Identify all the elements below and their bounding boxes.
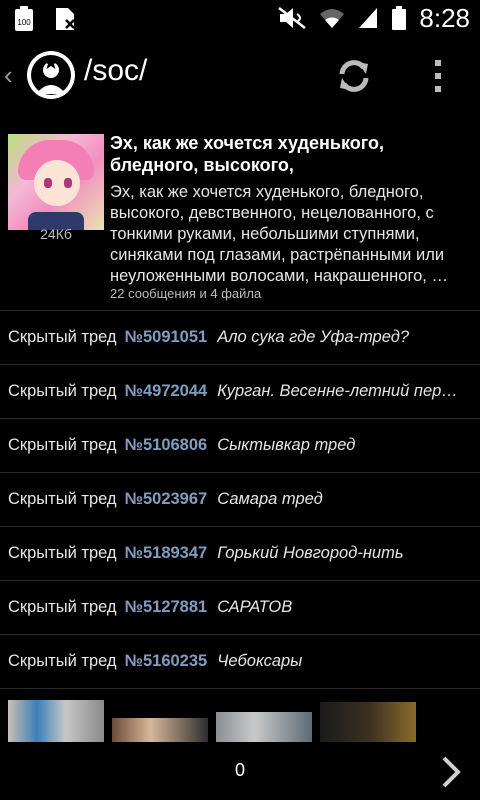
- thread-number: №5160235: [124, 652, 208, 670]
- refresh-icon[interactable]: [334, 56, 374, 96]
- overflow-menu-icon[interactable]: [428, 56, 448, 96]
- hidden-thread-label: Скрытый тред: [8, 382, 117, 400]
- battery-icon: [392, 6, 407, 30]
- thread-thumbnail[interactable]: [320, 702, 416, 742]
- thread-subject: Горький Новгород-нить: [217, 544, 404, 562]
- thread-number: №5091051: [124, 328, 208, 346]
- battery-badge: 100: [17, 18, 31, 27]
- thread-thumbnail[interactable]: [112, 718, 208, 742]
- thread-subject: Сыктывкар тред: [217, 436, 356, 454]
- hidden-thread-label: Скрытый тред: [8, 598, 117, 616]
- anonymous-logo-icon[interactable]: [26, 50, 76, 100]
- thread-thumbnail[interactable]: [8, 700, 104, 742]
- chevron-right-icon[interactable]: [436, 752, 466, 792]
- thread-number: №5127881: [124, 598, 208, 616]
- thread-number: №5189347: [124, 544, 208, 562]
- file-size: 24Кб: [40, 226, 72, 242]
- hidden-thread-label: Скрытый тред: [8, 652, 117, 670]
- thread-subject: Курган. Весенне-летний перека...: [217, 382, 462, 400]
- hidden-thread-label: Скрытый тред: [8, 544, 117, 562]
- thread-subject: Самара тред: [217, 490, 323, 508]
- hidden-thread-row[interactable]: Скрытый тред №5160235 Чебоксары: [0, 635, 480, 689]
- next-thread-thumbnails: [0, 698, 480, 742]
- hidden-thread-row[interactable]: Скрытый тред №5091051 Ало сука где Уфа-т…: [0, 311, 480, 365]
- hidden-thread-row[interactable]: Скрытый тред №5127881 САРАТОВ: [0, 581, 480, 635]
- thread-meta: 22 сообщения и 4 файла: [110, 286, 262, 301]
- thread-excerpt: Эх, как же хочется худенького, бледного,…: [110, 183, 448, 285]
- hidden-thread-label: Скрытый тред: [8, 328, 117, 346]
- thread-number: №5023967: [124, 490, 208, 508]
- thread-subject: САРАТОВ: [217, 598, 293, 616]
- page-number: 0: [234, 760, 245, 780]
- back-chevron-icon[interactable]: ‹: [4, 60, 13, 91]
- thread-number: №4972044: [124, 382, 208, 400]
- thread-subject: Чебоксары: [217, 652, 303, 670]
- signal-icon: [359, 8, 378, 28]
- thread-thumbnail[interactable]: [8, 134, 104, 230]
- thread-list: 24Кб Эх, как же хочется худенького, блед…: [0, 112, 480, 689]
- thread-number: №5106806: [124, 436, 208, 454]
- status-bar: 100 8:28: [0, 0, 480, 38]
- hidden-thread-row[interactable]: Скрытый тред №5106806 Сыктывкар тред: [0, 419, 480, 473]
- hidden-thread-label: Скрытый тред: [8, 436, 117, 454]
- mute-icon: [278, 7, 307, 29]
- thread-item-featured[interactable]: 24Кб Эх, как же хочется худенького, блед…: [0, 112, 480, 311]
- pagination-bar: 0: [0, 742, 480, 800]
- thread-thumbnail[interactable]: [216, 712, 312, 742]
- thread-subject: Ало сука где Уфа-тред?: [217, 328, 410, 346]
- board-title: /soc/: [84, 54, 148, 87]
- hidden-thread-label: Скрытый тред: [8, 490, 117, 508]
- hidden-thread-row[interactable]: Скрытый тред №5023967 Самара тред: [0, 473, 480, 527]
- thread-subject: Эх, как же хочется худенького, бледного,…: [110, 133, 384, 175]
- action-bar: ‹ /soc/: [0, 38, 480, 112]
- battery-100-icon: 100: [15, 6, 33, 31]
- wifi-icon: [320, 9, 345, 28]
- hidden-thread-row[interactable]: Скрытый тред №5189347 Горький Новгород-н…: [0, 527, 480, 581]
- hidden-thread-row[interactable]: Скрытый тред №4972044 Курган. Весенне-ле…: [0, 365, 480, 419]
- clock: 8:28: [419, 3, 470, 33]
- sim-icon: [56, 8, 75, 30]
